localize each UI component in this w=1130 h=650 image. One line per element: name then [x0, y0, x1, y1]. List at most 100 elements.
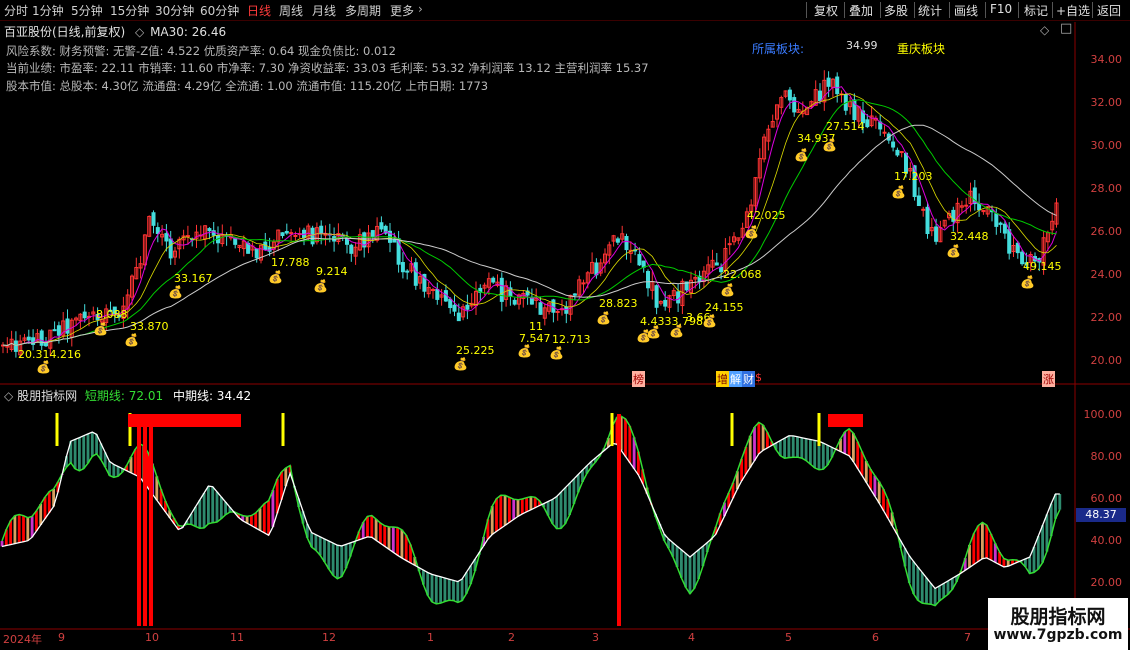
- candle-body: [581, 282, 586, 285]
- money-bag-icon[interactable]: 💰: [313, 279, 328, 293]
- date-tick: 2024年: [3, 633, 42, 646]
- candle-body: [925, 206, 930, 235]
- candle-body: [280, 232, 285, 237]
- candle-body: [792, 97, 797, 113]
- candle-body: [826, 77, 831, 87]
- indicator-bar: [976, 525, 980, 562]
- mid-term-value: 中期线: 34.42: [172, 389, 252, 403]
- signal-tick: [610, 413, 614, 446]
- indicator-bar: [400, 529, 404, 559]
- indicator-bar: [202, 492, 206, 528]
- high-price-label: 34.99: [846, 39, 878, 52]
- indicator-bar: [396, 527, 399, 556]
- date-tick: 1: [427, 631, 434, 644]
- money-bag-icon[interactable]: 💰: [549, 346, 564, 360]
- money-bag-icon[interactable]: 💰: [596, 311, 611, 325]
- indicator-bar: [813, 440, 817, 468]
- indicator-bar: [912, 561, 915, 594]
- money-bag-icon[interactable]: 💰: [891, 185, 906, 199]
- diamond-icon[interactable]: ◇: [4, 389, 13, 403]
- date-tick: 11: [230, 631, 244, 644]
- candle-body: [964, 204, 969, 207]
- candle-body: [865, 119, 870, 128]
- candle-body: [284, 230, 289, 234]
- event-marker-dollar[interactable]: $: [755, 371, 762, 384]
- indicator-bar: [90, 432, 94, 457]
- indicator-bar: [985, 525, 989, 558]
- candle-body: [998, 222, 1003, 225]
- candle-body: [345, 238, 349, 245]
- indicator-bar: [133, 449, 137, 475]
- indicator-bar: [869, 469, 872, 490]
- chart-annotation: 32.448: [950, 230, 989, 243]
- candle-body: [405, 270, 410, 273]
- chart-annotation: 8.088: [96, 308, 128, 321]
- indicator-bar: [800, 437, 804, 459]
- chart-annotation: 12.713: [552, 333, 591, 346]
- indicator-bar: [439, 576, 442, 604]
- indicator-bar: [804, 438, 808, 461]
- price-tick: 26.00: [1090, 225, 1123, 238]
- indicator-bar: [35, 510, 38, 532]
- indicator-bar: [78, 437, 81, 471]
- event-marker-rise[interactable]: 涨: [1042, 371, 1055, 387]
- indicator-bar: [920, 572, 924, 604]
- indicator-bar: [843, 431, 847, 454]
- main-candles-group: [1, 70, 1059, 358]
- chart-annotation: 9.214: [316, 265, 348, 278]
- indicator-bar: [873, 475, 877, 497]
- money-bag-icon[interactable]: 💰: [646, 325, 661, 339]
- indicator-bar: [563, 487, 567, 524]
- money-bag-icon[interactable]: 💰: [517, 344, 532, 358]
- candle-body: [26, 336, 31, 341]
- money-bag-icon[interactable]: 💰: [794, 148, 809, 162]
- date-tick: 12: [322, 631, 336, 644]
- money-bag-icon[interactable]: 💰: [124, 333, 139, 347]
- indicator-bar: [684, 553, 688, 588]
- indicator-header: ◇ 股朋指标网 短期线: 72.01 中期线: 34.42: [4, 387, 251, 404]
- candle-body: [349, 244, 354, 254]
- candle-body: [289, 232, 294, 235]
- money-bag-icon[interactable]: 💰: [946, 244, 961, 258]
- money-bag-icon[interactable]: 💰: [268, 270, 283, 284]
- indicator-bar: [112, 464, 116, 478]
- candle-body: [151, 212, 156, 226]
- money-bag-icon[interactable]: 💰: [702, 314, 717, 328]
- indicator-bar: [73, 439, 77, 469]
- signal-bar: [149, 414, 153, 626]
- event-marker-list[interactable]: 榜: [632, 371, 645, 387]
- chart-annotation: 33.870: [130, 320, 169, 333]
- candle-body: [435, 288, 440, 300]
- indicator-bar: [757, 422, 761, 454]
- indicator-bar: [809, 439, 812, 465]
- money-bag-icon[interactable]: 💰: [1020, 275, 1035, 289]
- indicator-bar: [262, 503, 266, 533]
- money-bag-icon[interactable]: 💰: [36, 360, 51, 374]
- candle-body: [934, 226, 939, 242]
- money-bag-icon[interactable]: 💰: [168, 285, 183, 299]
- indicator-bar: [559, 492, 563, 529]
- indicator-bar: [933, 588, 937, 606]
- candle-body: [319, 225, 324, 235]
- indicator-bar: [211, 486, 215, 523]
- candle-body: [431, 289, 435, 292]
- indicator-bar: [783, 438, 786, 459]
- indicator-bar: [82, 435, 86, 469]
- money-bag-icon[interactable]: 💰: [93, 322, 108, 336]
- candle-body: [323, 233, 328, 236]
- money-bag-icon[interactable]: 💰: [669, 324, 684, 338]
- candle-body: [1007, 229, 1012, 254]
- chart-annotation: 28.823: [599, 297, 638, 310]
- money-bag-icon[interactable]: 💰: [822, 138, 837, 152]
- event-marker-unlock[interactable]: 解: [729, 371, 742, 387]
- event-marker-finance[interactable]: 财: [742, 371, 755, 387]
- money-bag-icon[interactable]: 💰: [453, 357, 468, 371]
- signal-band: [828, 414, 863, 427]
- indicator-bar: [30, 516, 34, 538]
- money-bag-icon[interactable]: 💰: [744, 225, 759, 239]
- indicator-bar: [796, 436, 799, 458]
- indicator-bar: [624, 418, 627, 457]
- money-bag-icon[interactable]: 💰: [720, 283, 735, 297]
- event-marker-increase[interactable]: 增: [716, 371, 729, 387]
- candle-body: [891, 141, 896, 148]
